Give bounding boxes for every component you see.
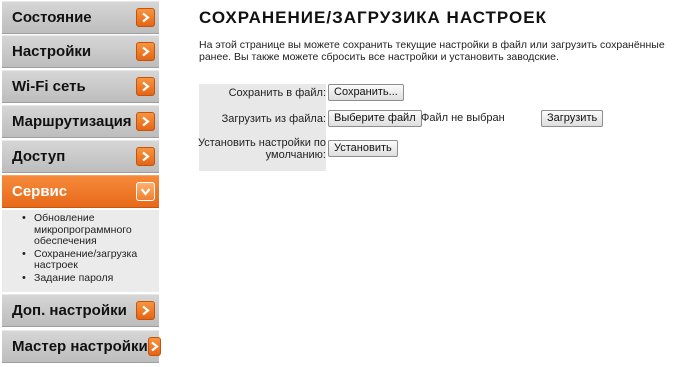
sidebar-item-routing[interactable]: Маршрутизация	[2, 105, 159, 138]
sidebar-item-wifi[interactable]: Wi-Fi сеть	[2, 70, 159, 103]
sidebar-item-label: Wi-Fi сеть	[12, 78, 86, 95]
sidebar-item-status[interactable]: Состояние	[2, 1, 159, 34]
reset-defaults-label: Установить настройки по умолчанию:	[198, 137, 326, 161]
page-title: СОХРАНЕНИЕ/ЗАГРУЗИКА НАСТРОЕК	[199, 8, 547, 27]
chevron-right-icon	[136, 147, 155, 166]
submenu-item-firmware-update[interactable]: Обновление микропрограммного обеспечения	[22, 212, 159, 248]
reset-button[interactable]: Установить	[328, 140, 398, 157]
chevron-right-icon	[136, 42, 155, 61]
chevron-right-icon	[136, 8, 155, 27]
save-button[interactable]: Сохранить...	[328, 84, 404, 101]
load-from-file-label: Загрузить из файла:	[221, 113, 326, 125]
sidebar-item-advanced[interactable]: Доп. настройки	[2, 294, 159, 327]
sidebar-item-label: Доступ	[12, 148, 66, 165]
sidebar-item-access[interactable]: Доступ	[2, 140, 159, 173]
choose-file-button[interactable]: Выберите файл	[328, 110, 422, 127]
service-submenu: Обновление микропрограммного обеспечения…	[2, 210, 159, 292]
save-to-file-label: Сохранить в файл:	[228, 87, 326, 99]
sidebar-item-service[interactable]: Сервис	[2, 175, 159, 208]
sidebar-item-label: Состояние	[12, 9, 92, 26]
chevron-right-icon	[136, 77, 155, 96]
chevron-right-icon	[136, 301, 155, 320]
sidebar-item-label: Маршрутизация	[12, 113, 132, 130]
upload-button[interactable]: Загрузить	[541, 110, 604, 127]
chevron-right-icon	[147, 337, 161, 356]
sidebar-item-label: Сервис	[12, 183, 68, 200]
submenu-item-save-load-settings[interactable]: Сохранение/загрузка настроек	[22, 248, 159, 272]
sidebar: Состояние Настройки Wi-Fi сеть Маршрутиз…	[0, 0, 161, 367]
chevron-right-icon	[136, 112, 155, 131]
chevron-down-icon	[136, 182, 155, 201]
form-label-column: Сохранить в файл: Загрузить из файла: Ус…	[198, 84, 326, 171]
page-description: На этой странице вы можете сохранить тек…	[199, 39, 665, 63]
sidebar-item-settings[interactable]: Настройки	[2, 35, 159, 68]
sidebar-item-label: Мастер настройки	[12, 338, 148, 355]
sidebar-item-label: Настройки	[12, 43, 92, 60]
sidebar-item-wizard[interactable]: Мастер настройки	[2, 330, 161, 363]
sidebar-item-label: Доп. настройки	[12, 302, 127, 319]
file-status-text: Файл не выбран	[421, 112, 505, 124]
submenu-item-set-password[interactable]: Задание пароля	[22, 272, 159, 285]
